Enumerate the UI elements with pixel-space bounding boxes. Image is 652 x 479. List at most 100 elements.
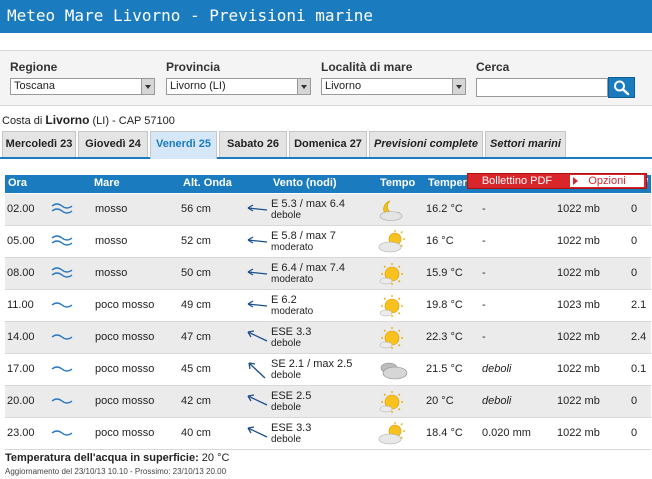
tab-settori-marini[interactable]: Settori marini	[485, 131, 566, 157]
row-wind-strength: debole	[271, 370, 302, 381]
row-temperature: 20 °C	[426, 395, 454, 407]
search-icon	[614, 80, 630, 96]
header-vento: Vento (nodi)	[273, 177, 337, 189]
row-sea-state: poco mosso	[95, 427, 155, 439]
weather-icon	[377, 390, 407, 417]
row-sea-state: poco mosso	[95, 299, 155, 311]
weather-icon	[377, 326, 407, 353]
cerca-label: Cerca	[476, 60, 510, 74]
row-wind: E 5.3 / max 6.4 debole	[271, 198, 345, 222]
wind-arrow-icon	[245, 296, 269, 315]
row-last-value: 0	[631, 395, 638, 407]
wind-arrow-icon	[245, 200, 269, 219]
water-temperature-label: Temperatura dell'acqua in superficie:	[5, 452, 199, 464]
weather-icon	[377, 422, 407, 449]
row-sea-state: mosso	[95, 203, 128, 215]
provincia-select[interactable]: Livorno (LI)	[166, 78, 311, 95]
table-row: 17.00 poco mosso 45 cm SE 2.1 / max 2.5 …	[5, 354, 651, 386]
bollettino-pdf-button[interactable]: Bollettino PDF	[468, 174, 566, 188]
tab-previsioni-complete[interactable]: Previsioni complete	[369, 131, 483, 157]
chevron-down-icon[interactable]	[452, 79, 465, 94]
tab-mercoledi[interactable]: Mercoledì 23	[2, 131, 76, 157]
weather-icon	[377, 358, 409, 385]
tab-giovedi[interactable]: Giovedì 24	[78, 131, 148, 157]
row-pressure: 1022 mb	[557, 235, 600, 247]
chevron-down-icon[interactable]	[141, 79, 154, 94]
row-precipitation: -	[482, 267, 486, 279]
wind-arrow-icon	[245, 424, 269, 443]
row-time: 08.00	[7, 267, 35, 279]
filter-provincia: Provincia Livorno (LI)	[166, 60, 311, 95]
weather-icon	[377, 262, 407, 289]
row-precipitation: -	[482, 203, 486, 215]
row-precipitation: -	[482, 331, 486, 343]
provincia-value: Livorno (LI)	[170, 80, 226, 92]
localita-value: Livorno	[325, 80, 362, 92]
search-input[interactable]	[476, 78, 608, 97]
water-temperature: Temperatura dell'acqua in superficie: 20…	[5, 452, 229, 464]
chevron-down-icon[interactable]	[297, 79, 310, 94]
header-temperatura: Temper	[428, 177, 467, 189]
row-time: 11.00	[7, 299, 34, 311]
row-temperature: 18.4 °C	[426, 427, 463, 439]
row-wind-value: SE 2.1 / max 2.5	[271, 358, 353, 370]
wind-arrow-icon	[245, 264, 269, 283]
row-wind-value: E 5.8 / max 7	[271, 230, 336, 242]
filter-bar: Regione Toscana Provincia Livorno (LI) L…	[0, 50, 652, 106]
row-temperature: 19.8 °C	[426, 299, 463, 311]
row-wind: E 6.2 moderato	[271, 294, 313, 318]
regione-value: Toscana	[14, 80, 55, 92]
localita-select[interactable]: Livorno	[321, 78, 466, 95]
row-last-value: 0	[631, 267, 638, 279]
row-wave-height: 56 cm	[181, 203, 211, 215]
row-pressure: 1022 mb	[557, 203, 600, 215]
row-pressure: 1022 mb	[557, 331, 600, 343]
row-wave-height: 45 cm	[181, 363, 211, 375]
row-pressure: 1022 mb	[557, 267, 600, 279]
tab-sabato[interactable]: Sabato 26	[219, 131, 287, 157]
row-wind: ESE 3.3 debole	[271, 422, 311, 446]
row-wind: ESE 2.5 debole	[271, 390, 311, 414]
row-time: 02.00	[7, 203, 35, 215]
row-wave-height: 40 cm	[181, 427, 211, 439]
row-last-value: 0	[631, 203, 638, 215]
table-row: 23.00 poco mosso 40 cm ESE 3.3 debole 18…	[5, 418, 651, 450]
row-pressure: 1023 mb	[557, 299, 600, 311]
title-bar: Meteo Mare Livorno - Previsioni marine	[0, 0, 652, 33]
tab-venerdi[interactable]: Venerdì 25	[150, 131, 217, 159]
row-temperature: 15.9 °C	[426, 267, 463, 279]
row-wind-strength: debole	[271, 402, 302, 413]
tab-domenica[interactable]: Domenica 27	[289, 131, 367, 157]
row-sea-state: poco mosso	[95, 331, 155, 343]
row-last-value: 0	[631, 427, 638, 439]
row-time: 14.00	[7, 331, 35, 343]
row-wind-strength: moderato	[271, 306, 314, 317]
provincia-label: Provincia	[166, 60, 221, 74]
row-wind-strength: debole	[271, 210, 302, 221]
regione-select[interactable]: Toscana	[10, 78, 155, 95]
wind-arrow-icon	[245, 328, 269, 347]
table-row: 08.00 mosso 50 cm E 6.4 / max 7.4 modera…	[5, 258, 651, 290]
row-sea-state: mosso	[95, 235, 128, 247]
filter-regione: Regione Toscana	[10, 60, 155, 95]
row-precipitation: deboli	[482, 395, 512, 407]
row-temperature: 21.5 °C	[426, 363, 463, 375]
single-wave-icon	[51, 426, 73, 441]
bulletin-popup: Bollettino PDF Opzioni	[467, 173, 647, 189]
search-button[interactable]	[608, 77, 635, 98]
table-row: 02.00 mosso 56 cm E 5.3 / max 6.4 debole…	[5, 194, 651, 226]
opzioni-button[interactable]: Opzioni	[569, 174, 645, 188]
row-wave-height: 52 cm	[181, 235, 211, 247]
localita-label: Località di mare	[321, 60, 413, 74]
row-wind: ESE 3.3 debole	[271, 326, 311, 350]
page-title: Meteo Mare Livorno - Previsioni marine	[7, 6, 374, 25]
weather-icon	[377, 294, 407, 321]
row-pressure: 1022 mb	[557, 363, 600, 375]
row-wind-value: E 6.4 / max 7.4	[271, 262, 345, 274]
header-onda: Alt. Onda	[183, 177, 232, 189]
double-wave-icon	[51, 234, 73, 249]
row-wind: E 6.4 / max 7.4 moderato	[271, 262, 345, 286]
row-wind: E 5.8 / max 7 moderato	[271, 230, 336, 254]
filter-cerca: Cerca	[476, 60, 635, 98]
header-tempo: Tempo	[380, 177, 416, 189]
